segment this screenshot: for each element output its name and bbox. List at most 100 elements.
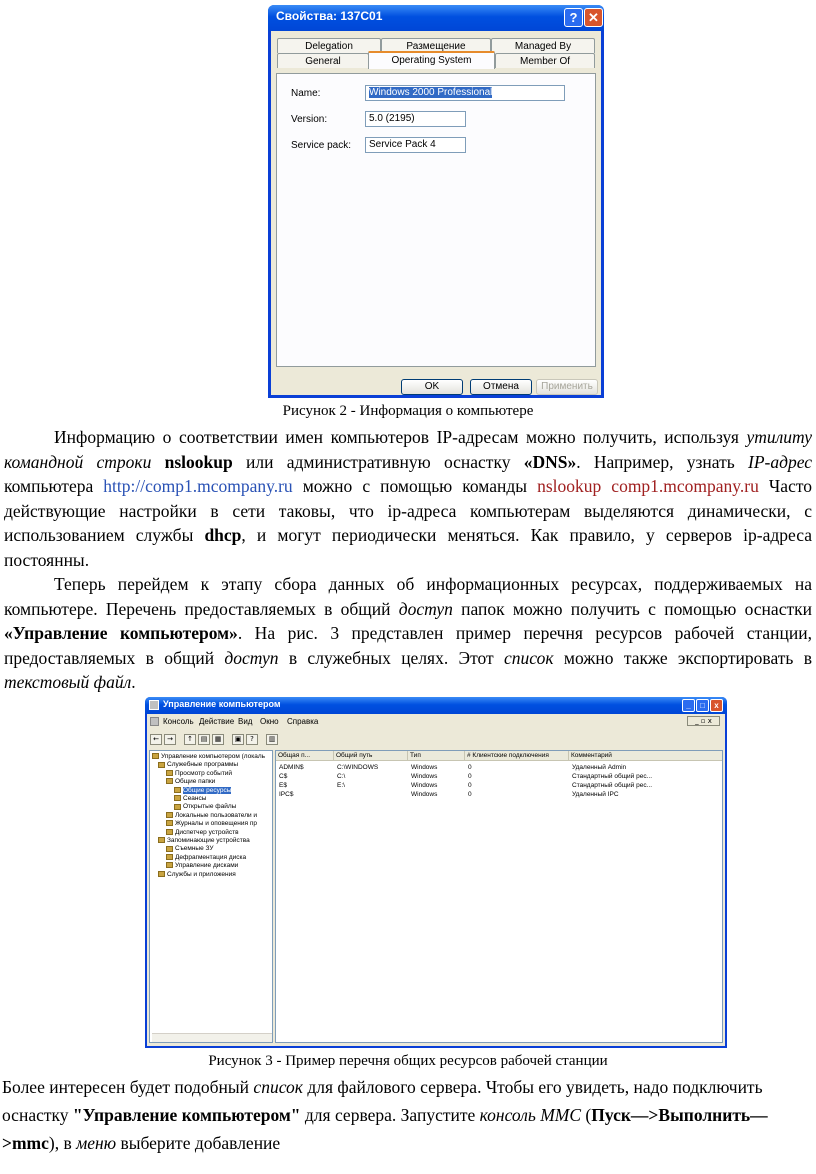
p2-text-2: папок можно получить с помощью оснастки [452, 598, 812, 619]
menu-console[interactable]: Консоль [163, 717, 194, 726]
p3-text-6: выберите добавление [116, 1133, 281, 1153]
tab-member-of[interactable]: Member Of [495, 53, 595, 68]
table-row[interactable]: IPC$ Windows 0 Удаленный IPC [276, 790, 722, 799]
p2-italic-access: доступ [398, 598, 453, 619]
share-type: Windows [411, 773, 438, 780]
forward-icon[interactable]: → [164, 734, 176, 745]
share-type: Windows [411, 764, 438, 771]
col-type[interactable]: Тип [408, 751, 465, 761]
menu-action[interactable]: Действие [199, 717, 234, 726]
tree-item-shares[interactable]: Общие ресурсы [174, 786, 232, 795]
p2-italic-list: список [504, 647, 554, 668]
p1-text: Информацию о соответствии имен компьютер… [54, 427, 747, 447]
comp1-link[interactable]: http://comp1.mcompany.ru [103, 476, 292, 496]
tree-item-device-manager[interactable]: Диспетчер устройств [166, 829, 239, 837]
service-pack-field[interactable]: Service Pack 4 [365, 137, 466, 153]
share-name: IPC$ [279, 791, 294, 798]
tree-item-services-apps[interactable]: Службы и приложения [158, 871, 236, 879]
back-icon[interactable]: ← [150, 734, 162, 745]
tree-item-disk-management[interactable]: Управление дисками [166, 862, 238, 870]
properties-icon[interactable]: ▣ [232, 734, 244, 745]
tree-label: Диспетчер устройств [175, 828, 239, 836]
share-name: C$ [279, 773, 288, 780]
paragraph-1: Информацию о соответствии имен компьютер… [4, 425, 812, 573]
computer-icon [149, 700, 159, 710]
share-connections: 0 [468, 764, 472, 771]
dialog-body: Delegation Размещение Managed By General… [271, 31, 601, 395]
cancel-button[interactable]: Отмена [470, 379, 532, 395]
tab-delegation[interactable]: Delegation [277, 38, 381, 53]
tree-item-logs-alerts[interactable]: Журналы и оповещения пр [166, 820, 257, 828]
col-path[interactable]: Общий путь [334, 751, 408, 761]
show-tree-icon[interactable]: ▤ [198, 734, 210, 745]
tab-operating-system[interactable]: Operating System [368, 51, 495, 69]
p3-italic-list: список [253, 1077, 303, 1097]
share-connections: 0 [468, 782, 472, 789]
close-button[interactable]: ✕ [584, 8, 603, 27]
p3-text-4: ( [581, 1105, 592, 1125]
name-field[interactable]: Windows 2000 Professional [365, 85, 565, 101]
up-icon[interactable]: ↑ [184, 734, 196, 745]
users-icon [166, 812, 173, 819]
paragraph-2: Теперь перейдем к этапу сбора данных об … [4, 572, 812, 695]
properties-dialog: Свойства: 137C01 ? ✕ Delegation Размещен… [268, 5, 604, 398]
tree-label: Журналы и оповещения пр [175, 820, 257, 828]
tree-scrollbar[interactable] [152, 1033, 272, 1042]
ok-button[interactable]: OK [401, 379, 463, 395]
removable-storage-icon [166, 845, 173, 852]
p1-space [151, 452, 164, 472]
tree-label: Дефрагментация диска [175, 853, 247, 861]
dhcp-bold: dhcp [204, 525, 242, 546]
help-button[interactable]: ? [564, 8, 583, 27]
share-type: Windows [411, 782, 438, 789]
col-connections[interactable]: # Клиентские подключения [465, 751, 569, 761]
share-comment: Удаленный Admin [572, 764, 627, 771]
new-share-icon[interactable]: ▥ [266, 734, 278, 745]
storage-icon [158, 837, 165, 844]
mmc-titlebar[interactable]: Управление компьютером _ □ x [145, 697, 727, 714]
table-row[interactable]: C$ C:\ Windows 0 Стандартный общий рес..… [276, 772, 722, 781]
maximize-button[interactable]: □ [696, 699, 709, 712]
table-row[interactable]: E$ E:\ Windows 0 Стандартный общий рес..… [276, 781, 722, 790]
tree-item-removable-storage[interactable]: Съемные ЗУ [166, 845, 214, 853]
share-connections: 0 [468, 773, 472, 780]
export-icon[interactable]: ▦ [212, 734, 224, 745]
table-row[interactable]: ADMIN$ C:\WINDOWS Windows 0 Удаленный Ad… [276, 763, 722, 772]
mmc-close-button[interactable]: x [710, 699, 723, 712]
share-path: C:\ [337, 773, 346, 780]
tab-general[interactable]: General [277, 53, 369, 68]
p2-italic-textfile: текстовый файл [4, 672, 132, 693]
name-label: Name: [291, 88, 321, 99]
menu-view[interactable]: Вид [238, 717, 252, 726]
share-comment: Удаленный IPC [572, 791, 619, 798]
tree-item-local-users[interactable]: Локальные пользователи и [166, 812, 257, 820]
tree-item-system-tools[interactable]: Служебные программы [158, 761, 238, 769]
version-field[interactable]: 5.0 (2195) [365, 111, 466, 127]
col-comment[interactable]: Комментарий [569, 751, 722, 761]
share-path: E:\ [337, 782, 345, 789]
share-connections: 0 [468, 791, 472, 798]
tree-item-shared-folders[interactable]: Общие папки [166, 778, 215, 786]
apply-button[interactable]: Применить [536, 379, 598, 395]
share-comment: Стандартный общий рес... [572, 773, 653, 780]
mdi-controls[interactable]: _ ▫ x [687, 716, 720, 726]
menu-window[interactable]: Окно [260, 717, 279, 726]
tree-label: Съемные ЗУ [175, 845, 214, 853]
tree-item-open-files[interactable]: Открытые файлы [174, 803, 236, 811]
logs-icon [166, 820, 173, 827]
computer-management-icon [152, 753, 159, 760]
services-icon [158, 870, 165, 877]
dialog-titlebar[interactable]: Свойства: 137C01 ? ✕ [268, 5, 604, 31]
shares-list: Общая п... Общий путь Тип # Клиентские п… [275, 750, 723, 1043]
tree-item-storage[interactable]: Запоминающие устройства [158, 837, 250, 845]
disk-icon [166, 862, 173, 869]
minimize-button[interactable]: _ [682, 699, 695, 712]
help-icon[interactable]: ? [246, 734, 258, 745]
tree-item-event-viewer[interactable]: Просмотр событий [166, 770, 232, 778]
tab-managed-by[interactable]: Managed By [491, 38, 595, 53]
tree-item-defrag[interactable]: Дефрагментация диска [166, 854, 246, 862]
col-share[interactable]: Общая п... [276, 751, 334, 761]
defrag-icon [166, 854, 173, 861]
menu-help[interactable]: Справка [287, 717, 318, 726]
tools-icon [158, 761, 165, 768]
